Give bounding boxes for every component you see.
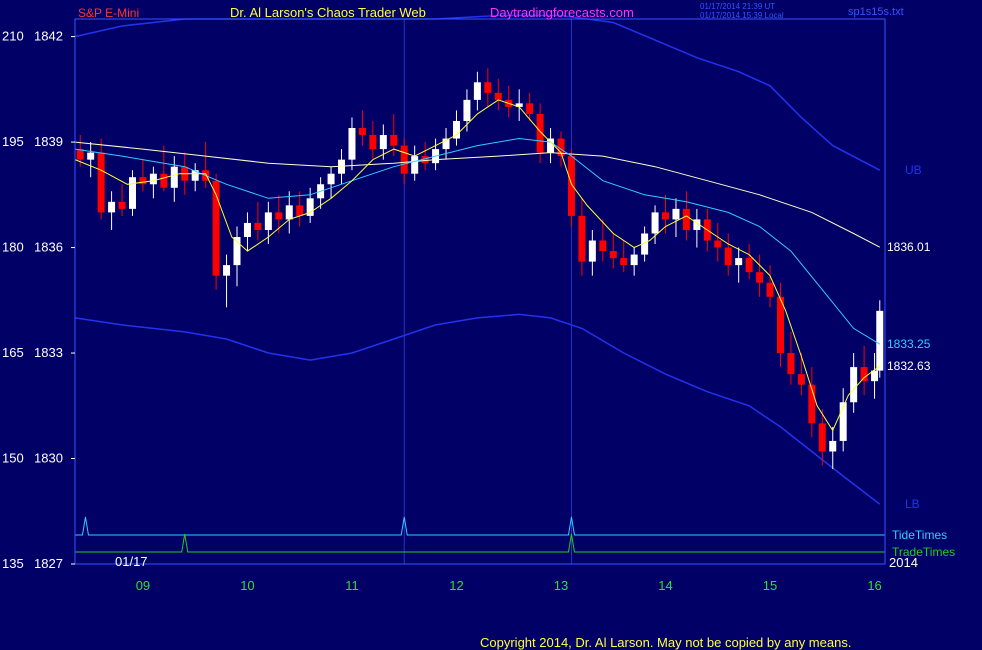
chart-canvas: TideTimesTradeTimes 210 1842195 1839180 183… [0, 0, 982, 650]
bar-body [818, 423, 826, 452]
bar-body [411, 156, 419, 174]
y-tick-label: 1836 [34, 240, 63, 255]
bar-body [149, 173, 157, 185]
bar-body [651, 212, 659, 234]
bar-body [829, 440, 837, 452]
timestamp-local: 01/17/2014 15:39 Local [700, 11, 784, 20]
bar-body [254, 222, 262, 230]
bar-body [108, 201, 116, 213]
y-tick-label: 1833 [34, 345, 63, 360]
value-label: UB [905, 163, 922, 177]
x-tick-label: 09 [136, 578, 150, 593]
bar-body [745, 258, 753, 273]
bar-body [620, 258, 628, 266]
date-label: 01/17 [115, 554, 148, 569]
year-label: 2014 [889, 555, 918, 570]
bar-body [243, 222, 251, 237]
bar-body [369, 135, 377, 150]
bar-body [348, 128, 356, 160]
y-tick-label-left: 135 [2, 556, 24, 571]
bar-body [97, 152, 105, 213]
bar-body [285, 205, 293, 220]
bar-body [390, 135, 398, 146]
y-tick-label-left: 180 [2, 240, 24, 255]
x-tick-label: 16 [867, 578, 881, 593]
bar-body [526, 103, 534, 114]
bar-body [87, 152, 95, 160]
y-tick-label: 1830 [34, 451, 63, 466]
value-label: 1832.63 [887, 359, 931, 373]
x-tick-label: 10 [240, 578, 254, 593]
author-title: Dr. Al Larson's Chaos Trader Web [230, 5, 426, 20]
value-label: 1833.25 [887, 337, 931, 351]
bar-body [588, 240, 596, 262]
bar-body [682, 208, 690, 230]
bar-body [139, 177, 147, 185]
bar-body [609, 251, 617, 259]
bar-body [264, 212, 272, 230]
bar-body [484, 82, 492, 93]
bar-body [797, 374, 805, 385]
bar-body [672, 208, 680, 220]
bar-body [379, 135, 387, 150]
x-tick-label: 13 [554, 578, 568, 593]
y-tick-label: 1839 [34, 134, 63, 149]
data-filename: sp1s15s.txt [848, 6, 904, 18]
copyright-notice: Copyright 2014, Dr. Al Larson. May not b… [480, 635, 851, 650]
y-tick-label: 1842 [34, 29, 63, 44]
bar-body [578, 215, 586, 262]
bar-body [118, 201, 126, 209]
bar-body [296, 205, 304, 216]
bar-body [547, 138, 555, 153]
indicator-label: TideTimes [892, 528, 947, 542]
website-link[interactable]: Daytradingforecasts.com [490, 5, 634, 20]
bar-body [662, 212, 670, 220]
bar-body [860, 367, 868, 382]
instrument-title: S&P E-Mini [78, 6, 139, 20]
bar-body [275, 212, 283, 220]
bar-body [128, 177, 136, 209]
value-label: 1836.01 [887, 240, 931, 254]
bar-body [400, 145, 408, 174]
bar-body [756, 272, 764, 283]
bar-body [463, 99, 471, 121]
value-label: LB [905, 497, 920, 511]
x-tick-label: 14 [658, 578, 672, 593]
y-tick-label-left: 165 [2, 345, 24, 360]
bar-body [327, 173, 335, 185]
bar-body [714, 240, 722, 248]
bar-body [170, 166, 178, 188]
bar-body [223, 265, 231, 276]
y-tick-label-left: 150 [2, 451, 24, 466]
bar-body [630, 254, 638, 266]
x-tick-label: 12 [449, 578, 463, 593]
bar-body [599, 240, 607, 252]
bar-body [735, 258, 743, 266]
bar-body [787, 353, 795, 375]
bar-body [850, 367, 858, 403]
bar-body [876, 310, 884, 371]
y-tick-label: 1827 [34, 556, 63, 571]
bar-body [473, 82, 481, 100]
y-tick-label-left: 195 [2, 134, 24, 149]
timestamp-ut: 01/17/2014 21:39 UT [700, 2, 775, 11]
bar-body [160, 173, 168, 188]
x-tick-label: 15 [763, 578, 777, 593]
bar-body [358, 128, 366, 136]
price-bar [212, 173, 220, 290]
bar-body [724, 247, 732, 266]
y-tick-label-left: 210 [2, 29, 24, 44]
bar-body [567, 156, 575, 216]
bar-body [494, 92, 502, 100]
bar-body [766, 282, 774, 297]
x-tick-label: 11 [345, 578, 359, 593]
